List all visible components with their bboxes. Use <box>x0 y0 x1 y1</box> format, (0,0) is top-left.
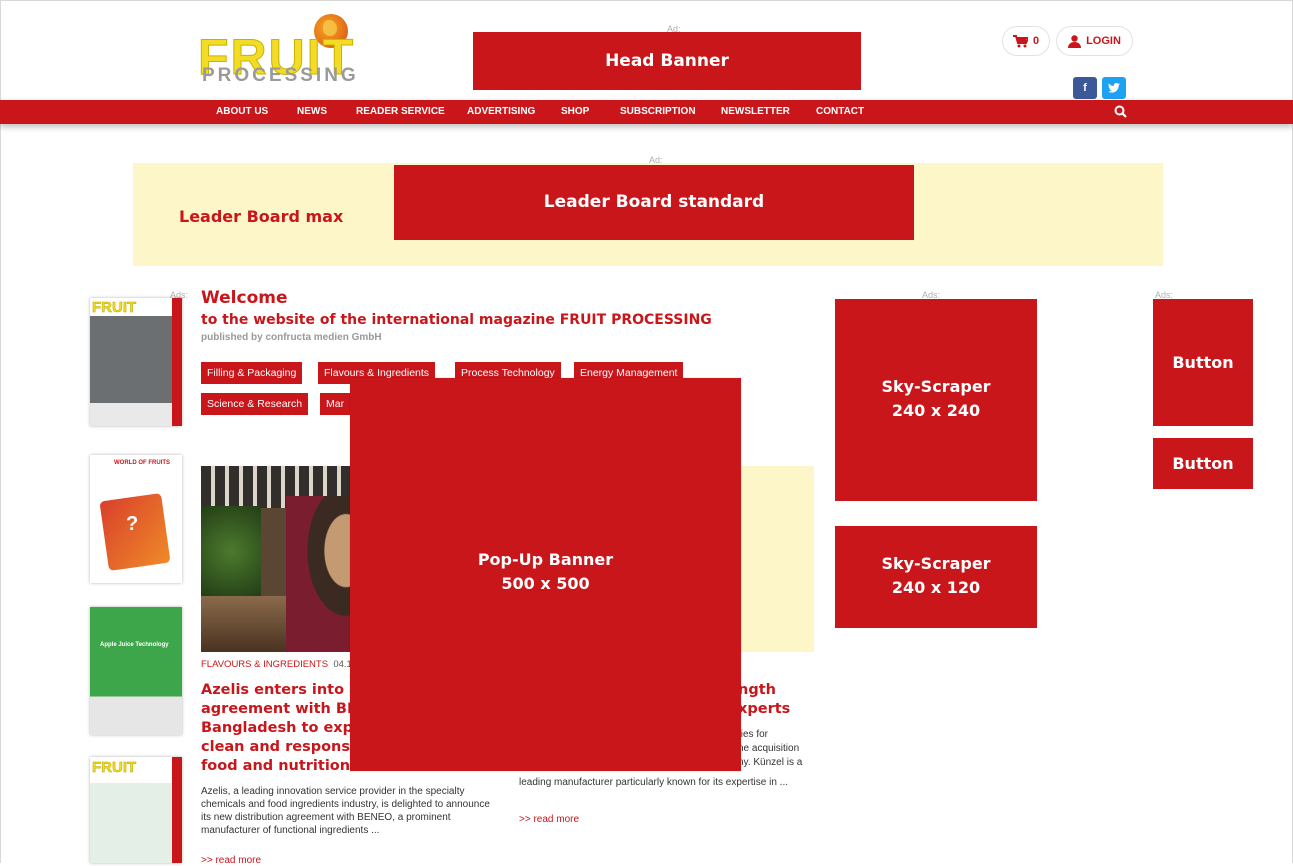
sky1-title: Sky-Scraper <box>881 377 991 396</box>
sky2-label: Sky-Scraper 240 x 120 <box>835 552 1037 600</box>
cart-count: 0 <box>1032 35 1040 47</box>
cart-button[interactable]: 0 <box>1002 26 1050 56</box>
mag3-title: Apple Juice Technology <box>100 642 169 648</box>
facebook-icon[interactable]: f <box>1073 77 1097 99</box>
search-icon[interactable] <box>1113 104 1129 120</box>
welcome-subtitle: to the website of the international maga… <box>201 312 712 328</box>
sky1-label: Sky-Scraper 240 x 240 <box>835 375 1037 423</box>
read-more-link[interactable]: >> read more <box>201 855 261 866</box>
article2-teaser: leading manufacturer particularly known … <box>519 777 789 788</box>
mag2-title: WORLD OF FRUITS <box>114 460 170 466</box>
nav-newsletter[interactable]: NEWSLETTER <box>721 100 790 124</box>
publisher-line: published by confructa medien GmbH <box>201 332 382 343</box>
user-icon <box>1068 34 1082 48</box>
mag4-title: FRUIT <box>92 759 137 777</box>
popup-title: Pop-Up Banner <box>477 550 614 569</box>
article2-title-line: ngth <box>738 682 776 698</box>
nav-advertising[interactable]: ADVERTISING <box>467 100 535 124</box>
article2-title[interactable]: ngth xperts <box>738 681 818 719</box>
button-ad-1[interactable]: Button <box>1153 299 1253 426</box>
nav-subscription[interactable]: SUBSCRIPTION <box>620 100 696 124</box>
popup-size: 500 x 500 <box>501 574 590 593</box>
mag1-strip <box>172 298 182 426</box>
login-label: LOGIN <box>1086 35 1121 47</box>
nav-reader-service[interactable]: READER SERVICE <box>356 100 445 124</box>
mag1-title: FRUIT <box>92 299 137 317</box>
tag-marketing[interactable]: Mar <box>320 393 351 415</box>
twitter-icon[interactable] <box>1102 77 1126 99</box>
article2-text-line: ny. Künzel is a <box>738 757 803 768</box>
nav-news[interactable]: NEWS <box>297 100 327 124</box>
login-button[interactable]: LOGIN <box>1056 26 1133 56</box>
leaderboard-standard-ad[interactable]: Leader Board standard <box>394 165 914 240</box>
skyscraper-240x120-ad[interactable]: Sky-Scraper 240 x 120 <box>835 526 1037 628</box>
magazine-cover-fruit-processing-2[interactable]: FRUIT <box>90 757 182 863</box>
main-nav: ABOUT US NEWS READER SERVICE ADVERTISING… <box>0 100 1293 124</box>
article2-text-line: ne acquisition <box>738 743 800 754</box>
leaderboard-max-label: Leader Board max <box>179 207 344 226</box>
head-banner-ad[interactable]: Head Banner <box>473 32 861 90</box>
read-more-link-2[interactable]: >> read more <box>519 814 579 825</box>
article-category[interactable]: FLAVOURS & INGREDIENTS <box>201 659 328 670</box>
popup-banner-ad[interactable]: Pop-Up Banner 500 x 500 <box>350 378 741 771</box>
magazine-cover-world-of-fruits[interactable]: WORLD OF FRUITS ? <box>90 455 182 583</box>
article-teaser: Azelis, a leading innovation service pro… <box>201 786 490 836</box>
magazine-cover-fruit-processing[interactable]: FRUIT <box>90 298 182 426</box>
magazine-cover-apple-juice[interactable]: Apple Juice Technology <box>90 607 182 735</box>
sky1-size: 240 x 240 <box>891 401 981 420</box>
article2-title-line: xperts <box>738 701 791 717</box>
article2-teaser-top: ties for ne acquisition ny. Künzel is a <box>738 728 828 770</box>
nav-shop[interactable]: SHOP <box>561 100 589 124</box>
popup-label: Pop-Up Banner 500 x 500 <box>350 548 741 596</box>
mag2-question-mark: ? <box>126 513 139 535</box>
welcome-heading: Welcome <box>201 288 288 308</box>
nav-contact[interactable]: CONTACT <box>816 100 864 124</box>
tag-science-research[interactable]: Science & Research <box>201 393 309 415</box>
button-ad-2[interactable]: Button <box>1153 438 1253 489</box>
sky2-size: 240 x 120 <box>891 578 981 597</box>
cart-icon <box>1012 34 1028 47</box>
sky2-title: Sky-Scraper <box>881 554 991 573</box>
site-logo[interactable]: FRUIT PROCESSING <box>197 14 380 88</box>
plant-decor <box>201 506 261 596</box>
article-meta: FLAVOURS & INGREDIENTS 04.12 <box>201 659 357 670</box>
nav-about-us[interactable]: ABOUT US <box>216 100 268 124</box>
mag4-strip <box>172 757 182 863</box>
skyscraper-240x240-ad[interactable]: Sky-Scraper 240 x 240 <box>835 299 1037 501</box>
tag-filling-packaging[interactable]: Filling & Packaging <box>201 362 303 384</box>
article2-text-line: ties for <box>738 729 769 740</box>
logo-subword: PROCESSING <box>202 65 359 86</box>
